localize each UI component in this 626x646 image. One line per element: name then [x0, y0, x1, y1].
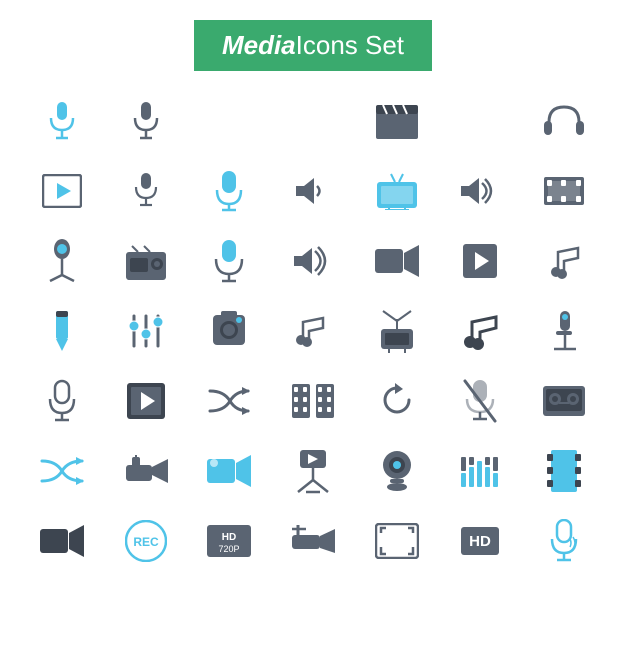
desk-microphone-icon	[522, 296, 606, 366]
camera-round-icon	[187, 296, 271, 366]
microphone-icon-2	[104, 86, 188, 156]
equalizer-icon	[104, 296, 188, 366]
film-strip-double-icon	[271, 366, 355, 436]
tv-antenna-icon	[355, 296, 439, 366]
video-play-icon	[20, 156, 104, 226]
page: Media Icons Set	[0, 0, 626, 626]
svg-text:720P: 720P	[219, 544, 240, 554]
svg-text:HD: HD	[470, 533, 492, 550]
film-reel-icon	[104, 366, 188, 436]
svg-text:REC: REC	[133, 535, 159, 549]
mic-off-icon	[439, 366, 523, 436]
microphone-stand-icon	[20, 226, 104, 296]
radio-icon	[104, 226, 188, 296]
music-notes-icon	[271, 296, 355, 366]
empty-2	[271, 86, 355, 156]
equalizer-bars-icon	[439, 436, 523, 506]
speaker-high-icon	[439, 156, 523, 226]
play-square-icon	[439, 226, 523, 296]
speaker-icon	[271, 226, 355, 296]
marker-icon	[20, 296, 104, 366]
screen-frame-icon	[355, 506, 439, 576]
microphone-blue-icon	[187, 226, 271, 296]
cctv-icon	[271, 506, 355, 576]
title-normal: Icons Set	[296, 30, 404, 61]
hd-720p-icon: HD 720P	[187, 506, 271, 576]
microphone-outline-icon	[20, 366, 104, 436]
tripod-cam-icon	[271, 436, 355, 506]
clapperboard-icon	[355, 86, 439, 156]
empty-3	[439, 86, 523, 156]
reload-icon	[355, 366, 439, 436]
headphones-icon	[522, 86, 606, 156]
icons-grid: REC HD 720P	[0, 86, 626, 646]
rec-button-icon: REC	[104, 506, 188, 576]
svg-text:HD: HD	[222, 532, 236, 543]
video-cam-dark-icon	[20, 506, 104, 576]
empty-1	[187, 86, 271, 156]
microphone-icon-3	[104, 156, 188, 226]
cassette-icon	[522, 366, 606, 436]
music-note-1-icon	[522, 226, 606, 296]
speaker-low-icon	[271, 156, 355, 226]
film-strip-3-icon	[522, 436, 606, 506]
music-note-dark-icon	[439, 296, 523, 366]
hd-badge-icon: HD	[439, 506, 523, 576]
security-cam-icon	[104, 436, 188, 506]
webcam-icon	[355, 436, 439, 506]
video-cam-2-icon	[187, 436, 271, 506]
filmstrip-icon	[522, 156, 606, 226]
tv-blue-icon	[355, 156, 439, 226]
title-box: Media Icons Set	[194, 20, 432, 71]
header: Media Icons Set	[0, 0, 626, 81]
microphone-icon-4	[187, 156, 271, 226]
video-camera-icon	[355, 226, 439, 296]
shuffle-blue-icon	[20, 436, 104, 506]
title-bold: Media	[222, 30, 296, 61]
shuffle-icon	[187, 366, 271, 436]
microphone-wave-icon	[522, 506, 606, 576]
microphone-icon-1	[20, 86, 104, 156]
